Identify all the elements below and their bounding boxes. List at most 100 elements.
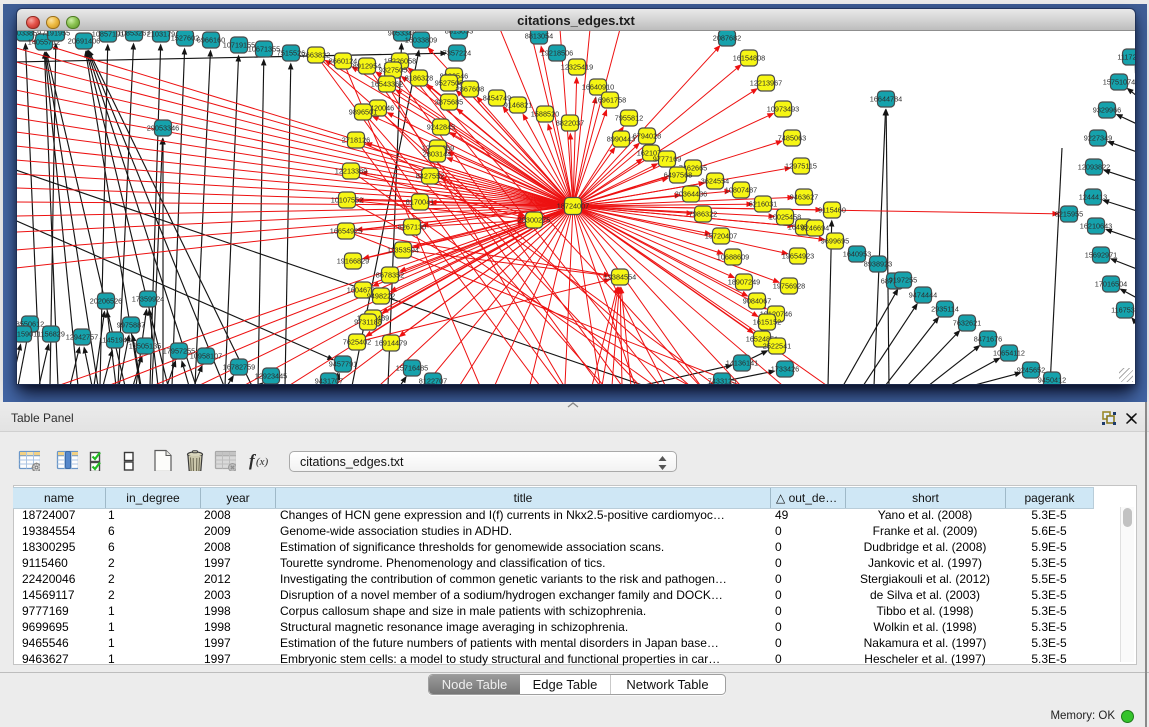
- svg-text:8990443: 8990443: [607, 135, 635, 144]
- svg-text:9975887: 9975887: [117, 321, 145, 330]
- svg-text:16543362: 16543362: [371, 80, 403, 89]
- svg-text:16154808: 16154808: [733, 54, 765, 63]
- svg-text:16644784: 16644784: [870, 95, 902, 104]
- svg-text:20364436: 20364436: [675, 190, 707, 199]
- svg-text:9474444: 9474444: [909, 291, 937, 300]
- svg-text:7191955: 7191955: [42, 31, 70, 38]
- svg-text:3875685: 3875685: [435, 98, 463, 107]
- svg-text:9146821: 9146821: [504, 101, 532, 110]
- svg-text:14136141: 14136141: [726, 359, 758, 368]
- svg-text:9450412: 9450412: [1038, 376, 1066, 384]
- svg-text:1640953: 1640953: [843, 250, 871, 259]
- svg-text:9115460: 9115460: [818, 206, 846, 215]
- svg-text:16210643: 16210643: [1080, 222, 1112, 231]
- svg-text:17016504: 17016504: [1095, 280, 1127, 289]
- svg-text:1156829: 1156829: [37, 330, 65, 339]
- svg-text:3915901: 3915901: [17, 330, 37, 339]
- svg-text:8822037: 8822037: [556, 119, 584, 128]
- svg-text:9245652: 9245652: [1017, 366, 1045, 375]
- svg-text:9329966: 9329966: [1093, 106, 1121, 115]
- svg-text:7632621: 7632621: [953, 319, 981, 328]
- svg-text:19654923: 19654923: [782, 252, 814, 261]
- svg-text:12505135: 12505135: [129, 342, 161, 351]
- svg-text:10973493: 10973493: [767, 105, 799, 114]
- svg-text:9463627: 9463627: [790, 193, 818, 202]
- svg-text:8122707: 8122707: [419, 377, 447, 384]
- svg-text:9327505: 9327505: [379, 66, 407, 75]
- svg-text:19756928: 19756928: [773, 282, 805, 291]
- svg-text:12093822: 12093822: [1078, 163, 1110, 172]
- svg-text:10807487: 10807487: [725, 186, 757, 195]
- svg-text:2718126: 2718126: [342, 136, 370, 145]
- svg-text:12213967: 12213967: [750, 79, 782, 88]
- svg-text:9896501: 9896501: [349, 108, 377, 117]
- svg-text:8267130: 8267130: [398, 223, 426, 232]
- svg-text:8170041: 8170041: [406, 198, 434, 207]
- svg-text:15692971: 15692971: [1085, 251, 1117, 260]
- svg-text:1167533: 1167533: [1111, 306, 1135, 315]
- svg-text:1588520: 1588520: [531, 110, 559, 119]
- svg-text:18724007: 18724007: [557, 202, 589, 211]
- svg-text:7955812: 7955812: [615, 114, 643, 123]
- svg-text:9777169: 9777169: [653, 155, 681, 164]
- svg-text:2935114: 2935114: [931, 305, 959, 314]
- svg-text:7433125: 7433125: [708, 377, 736, 384]
- svg-text:(x): (x): [256, 456, 269, 468]
- svg-text:16782759: 16782759: [223, 363, 255, 372]
- svg-text:2803144: 2803144: [423, 150, 451, 159]
- svg-text:6216031: 6216031: [749, 200, 777, 209]
- svg-text:6497568: 6497568: [664, 171, 692, 180]
- svg-text:2867608: 2867608: [456, 85, 484, 94]
- svg-text:8912954: 8912954: [353, 62, 381, 71]
- svg-text:10853267: 10853267: [118, 31, 150, 38]
- svg-text:15716485: 15716485: [396, 364, 428, 373]
- svg-text:7625402: 7625402: [343, 338, 371, 347]
- svg-text:8215955: 8215955: [1055, 210, 1083, 219]
- svg-text:9084067: 9084067: [743, 297, 771, 306]
- svg-text:9227349: 9227349: [1084, 134, 1112, 143]
- svg-text:29053346: 29053346: [147, 124, 179, 133]
- svg-text:12923445: 12923445: [255, 372, 287, 381]
- svg-text:6794028: 6794028: [633, 132, 661, 141]
- svg-text:1615152: 1615152: [753, 318, 781, 327]
- svg-text:6966160: 6966160: [197, 36, 225, 45]
- svg-text:25300275: 25300275: [518, 216, 550, 225]
- svg-text:7485063: 7485063: [778, 134, 806, 143]
- svg-text:9246694: 9246694: [801, 224, 829, 233]
- svg-text:12975115: 12975115: [785, 162, 817, 171]
- svg-text:20206526: 20206526: [90, 297, 122, 306]
- svg-text:8813053: 8813053: [445, 31, 473, 36]
- svg-text:11451948: 11451948: [99, 336, 131, 345]
- svg-text:8813054: 8813054: [525, 32, 553, 41]
- svg-text:19218506: 19218506: [541, 49, 573, 58]
- svg-text:9498222: 9498222: [367, 292, 395, 301]
- svg-text:7357224: 7357224: [443, 49, 471, 58]
- svg-text:1244413: 1244413: [1079, 193, 1107, 202]
- svg-text:8678352: 8678352: [376, 271, 404, 280]
- svg-text:2087682: 2087682: [713, 34, 741, 43]
- svg-text:16961758: 16961758: [594, 96, 626, 105]
- svg-text:7663822: 7663822: [302, 51, 330, 60]
- svg-text:8938923: 8938923: [864, 260, 892, 269]
- svg-text:9242845: 9242845: [427, 123, 455, 132]
- svg-text:15720407: 15720407: [705, 232, 737, 241]
- svg-text:8471676: 8471676: [974, 335, 1002, 344]
- svg-text:9731188: 9731188: [354, 318, 382, 327]
- svg-text:2522541: 2522541: [763, 342, 791, 351]
- svg-text:12213389: 12213389: [335, 167, 367, 176]
- svg-text:1527602: 1527602: [171, 34, 199, 43]
- svg-text:1117205: 1117205: [1117, 53, 1135, 62]
- svg-text:17359924: 17359924: [132, 295, 164, 304]
- svg-text:19384554: 19384554: [604, 273, 636, 282]
- svg-text:18907249: 18907249: [728, 278, 760, 287]
- svg-text:9699695: 9699695: [821, 237, 849, 246]
- svg-text:10654112: 10654112: [993, 349, 1025, 358]
- svg-text:10688609: 10688609: [717, 253, 749, 262]
- svg-text:9197255: 9197255: [889, 276, 917, 285]
- svg-text:9431707: 9431707: [315, 377, 343, 384]
- svg-text:12942757: 12942757: [66, 333, 98, 342]
- svg-text:16033809: 16033809: [405, 36, 437, 45]
- svg-text:8186328: 8186328: [405, 74, 433, 83]
- svg-text:12325419: 12325419: [561, 63, 593, 72]
- svg-text:3624554: 3624554: [701, 177, 729, 186]
